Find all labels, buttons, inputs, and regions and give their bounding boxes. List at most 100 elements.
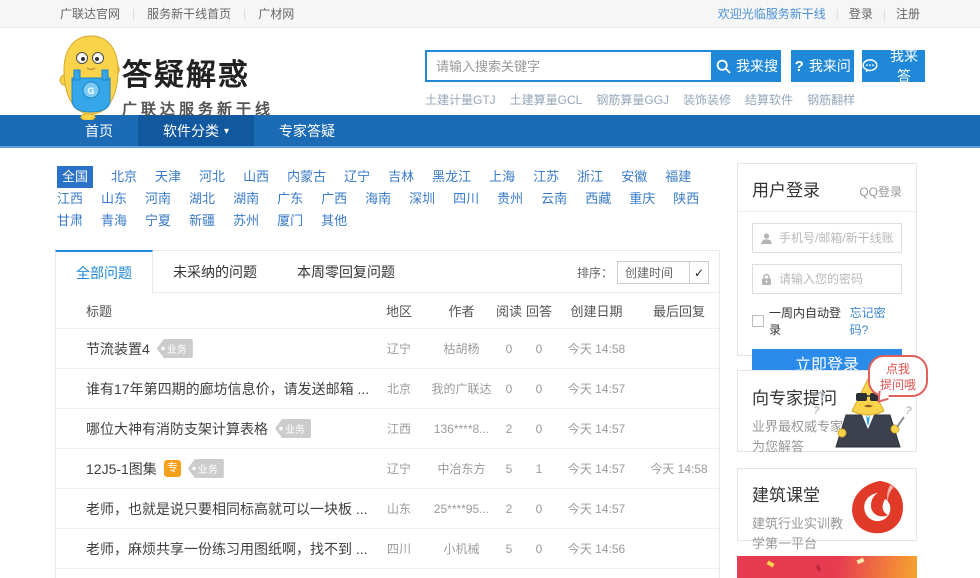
col-answers: 回答 <box>524 301 554 320</box>
row-author[interactable]: 枯胡杨 <box>429 340 494 357</box>
region-filter-item[interactable]: 黑龙江 <box>432 166 471 188</box>
table-row[interactable]: 哪位大神有消防支架计算表格业务江西136****8...20今天 14:57 <box>56 409 719 449</box>
row-created: 今天 14:57 <box>554 460 639 477</box>
question-title[interactable]: 12J5-1图集专业务 <box>56 459 369 479</box>
region-filter-item[interactable]: 四川 <box>453 188 479 210</box>
row-region: 山东 <box>369 500 429 517</box>
chat-bubble-icon <box>862 59 878 73</box>
confetti-decoration <box>815 564 822 572</box>
region-filter-item[interactable]: 全国 <box>57 166 93 188</box>
chevron-down-icon: ▾ <box>224 126 229 137</box>
region-filter-item[interactable]: 河北 <box>199 166 225 188</box>
table-row[interactable]: 12J5-1图集专业务辽宁中冶东方51今天 14:57今天 14:58 <box>56 449 719 489</box>
row-region: 辽宁 <box>369 460 429 477</box>
classroom-panel[interactable]: 建筑课堂 建筑行业实训教 学第一平台 <box>737 468 917 541</box>
question-title-text: 老师，麻烦共享一份练习用图纸啊，找不到 ... <box>86 539 368 559</box>
row-views: 2 <box>494 422 524 436</box>
region-filter-item[interactable]: 江西 <box>57 188 83 210</box>
answer-button[interactable]: 我来答 <box>862 50 925 82</box>
region-filter-item[interactable]: 新疆 <box>189 210 215 232</box>
login-link[interactable]: 登录 <box>849 5 873 22</box>
region-filter-item[interactable]: 重庆 <box>629 188 655 210</box>
table-row[interactable]: 节流装置4业务辽宁枯胡杨00今天 14:58 <box>56 329 719 369</box>
hot-keyword-link[interactable]: 土建计量GTJ <box>425 91 496 108</box>
logo[interactable]: G 答疑解惑 广联达服务新干线 <box>52 28 274 120</box>
question-title-text: 谁有17年第四期的廊坊信息价，请发送邮箱 ... <box>86 379 369 399</box>
region-filter-item[interactable]: 青海 <box>101 210 127 232</box>
question-title[interactable]: 哪位大神有消防支架计算表格业务 <box>56 419 369 439</box>
region-filter-item[interactable]: 浙江 <box>577 166 603 188</box>
ask-expert-panel[interactable]: 向专家提问 业界最权威专家 为您解答 ? ? ? 点我 提问哦 <box>737 370 917 452</box>
tab-本周零回复问题[interactable]: 本周零回复问题 <box>277 251 415 292</box>
region-filter-item[interactable]: 天津 <box>155 166 181 188</box>
topbar-link[interactable]: 广材网 <box>258 5 294 22</box>
region-filter-item[interactable]: 广西 <box>321 188 347 210</box>
region-filter-item[interactable]: 其他 <box>321 210 347 232</box>
search-input[interactable] <box>427 52 711 80</box>
question-title[interactable]: 老师，也就是说只要相同标高就可以一块板 ...业务 <box>56 499 369 519</box>
register-link[interactable]: 注册 <box>896 5 920 22</box>
hot-keyword-link[interactable]: 钢筋算量GGJ <box>596 91 669 108</box>
region-filter-item[interactable]: 深圳 <box>409 188 435 210</box>
topbar-link[interactable]: 服务新干线首页 <box>147 5 258 22</box>
top-utility-bar: 广联达官网服务新干线首页广材网 欢迎光临服务新干线 | 登录 | 注册 <box>0 0 980 28</box>
question-title[interactable]: 老师，麻烦共享一份练习用图纸啊，找不到 ...业务 <box>56 539 369 559</box>
question-title[interactable]: 节流装置4业务 <box>56 339 369 359</box>
region-filter-item[interactable]: 吉林 <box>388 166 414 188</box>
qq-login-link[interactable]: QQ登录 <box>859 183 902 200</box>
row-author[interactable]: 136****8... <box>429 422 494 436</box>
row-region: 北京 <box>369 380 429 397</box>
tab-全部问题[interactable]: 全部问题 <box>55 250 153 293</box>
region-filter-item[interactable]: 海南 <box>365 188 391 210</box>
region-filter-item[interactable]: 河南 <box>145 188 171 210</box>
row-author[interactable]: 25****95... <box>429 502 494 516</box>
hot-keyword-link[interactable]: 装饰装修 <box>683 91 731 108</box>
row-created: 今天 14:57 <box>554 380 639 397</box>
row-author[interactable]: 中冶东方 <box>429 460 494 477</box>
hot-keyword-link[interactable]: 土建算量GCL <box>510 91 583 108</box>
auto-login-checkbox[interactable] <box>752 315 764 327</box>
table-row[interactable]: 谁有17年第四期的廊坊信息价，请发送邮箱 ...业务北京我的广联达00今天 14… <box>56 369 719 409</box>
row-author[interactable]: 我的广联达 <box>429 380 494 397</box>
password-input[interactable] <box>779 272 894 286</box>
region-filter-item[interactable]: 西藏 <box>585 188 611 210</box>
region-filter-item[interactable]: 安徽 <box>621 166 647 188</box>
account-input[interactable] <box>779 231 894 245</box>
sort-select[interactable]: 创建时间 ✓ <box>617 261 709 284</box>
row-author[interactable]: 小机械 <box>429 540 494 557</box>
ask-button[interactable]: ? 我来问 <box>791 50 854 82</box>
region-filter-item[interactable]: 陕西 <box>673 188 699 210</box>
speech-bubble[interactable]: 点我 提问哦 <box>868 355 928 397</box>
region-filter-item[interactable]: 甘肃 <box>57 210 83 232</box>
promo-banner[interactable] <box>737 556 917 578</box>
region-filter-item[interactable]: 云南 <box>541 188 567 210</box>
region-filter-item[interactable]: 江苏 <box>533 166 559 188</box>
region-filter-item[interactable]: 厦门 <box>277 210 303 232</box>
region-filter-item[interactable]: 上海 <box>489 166 515 188</box>
row-answers: 0 <box>524 502 554 516</box>
region-filter-item[interactable]: 内蒙古 <box>287 166 326 188</box>
region-filter-item[interactable]: 贵州 <box>497 188 523 210</box>
region-filter-item[interactable]: 福建 <box>665 166 691 188</box>
region-filter-item[interactable]: 北京 <box>111 166 137 188</box>
region-filter-item[interactable]: 辽宁 <box>344 166 370 188</box>
hot-keyword-link[interactable]: 结算软件 <box>745 91 793 108</box>
region-filter-item[interactable]: 广东 <box>277 188 303 210</box>
tab-未采纳的问题[interactable]: 未采纳的问题 <box>153 251 277 292</box>
region-filter-item[interactable]: 山西 <box>243 166 269 188</box>
region-filter-item[interactable]: 山东 <box>101 188 127 210</box>
topbar-link[interactable]: 广联达官网 <box>60 5 147 22</box>
region-filter-item[interactable]: 湖南 <box>233 188 259 210</box>
forgot-password-link[interactable]: 忘记密码? <box>850 304 902 338</box>
region-filter-item[interactable]: 苏州 <box>233 210 259 232</box>
table-row[interactable]: 老师，也就是说只要相同标高就可以一块板 ...业务山东25****95...20… <box>56 489 719 529</box>
table-header: 标题 地区 作者 阅读 回答 创建日期 最后回复 <box>56 293 719 329</box>
search-button[interactable]: 我来搜 <box>713 50 782 82</box>
confetti-decoration <box>856 558 864 565</box>
hot-keyword-link[interactable]: 钢筋翻样 <box>807 91 855 108</box>
region-filter-item[interactable]: 宁夏 <box>145 210 171 232</box>
question-title[interactable]: 谁有17年第四期的廊坊信息价，请发送邮箱 ...业务 <box>56 379 369 399</box>
table-row[interactable]: 老师，麻烦共享一份练习用图纸啊，找不到 ...业务四川小机械50今天 14:56 <box>56 529 719 569</box>
region-filter-item[interactable]: 湖北 <box>189 188 215 210</box>
row-created: 今天 14:57 <box>554 500 639 517</box>
